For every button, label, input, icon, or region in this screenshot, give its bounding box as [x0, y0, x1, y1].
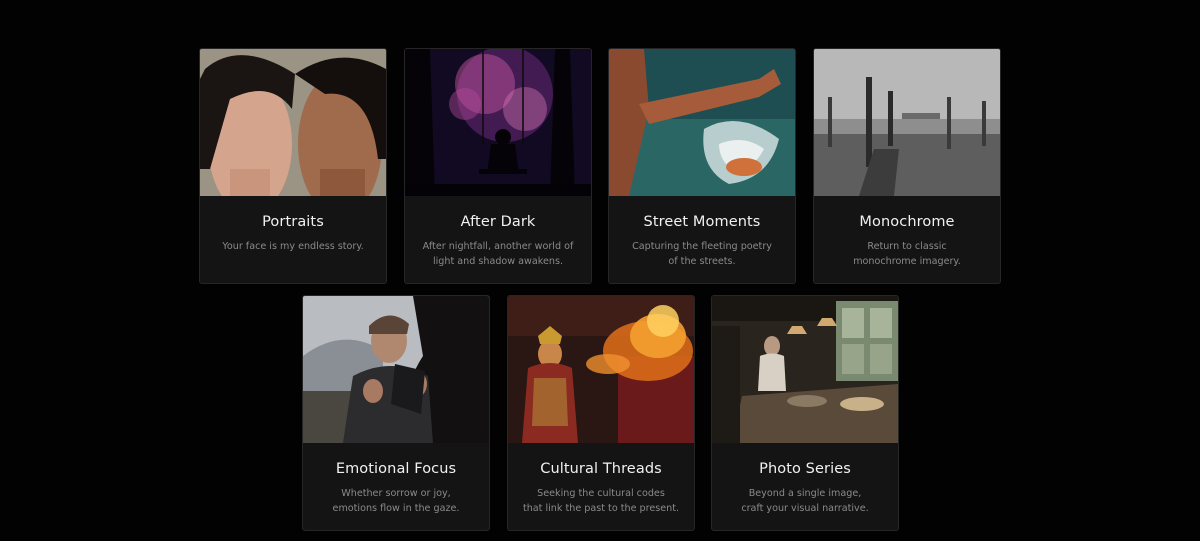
photo-series-image	[712, 296, 898, 443]
card-description-line: Return to classic	[867, 241, 947, 252]
category-card-monochrome[interactable]: Monochrome Return to classic monochrome …	[813, 48, 1001, 284]
portraits-thumbnail	[200, 49, 386, 196]
after-dark-thumbnail	[405, 49, 591, 196]
card-title: Monochrome	[859, 214, 955, 230]
card-description-line: light and shadow awakens.	[432, 256, 564, 267]
portraits-image	[200, 49, 386, 196]
after-dark-image	[405, 49, 591, 196]
card-description-line: craft your visual narrative.	[741, 503, 869, 514]
emotional-focus-thumbnail	[303, 296, 489, 443]
card-description: Whether sorrow or joy, emotions flow in …	[315, 486, 477, 516]
card-description-line: Beyond a single image,	[748, 488, 862, 499]
card-title: Street Moments	[643, 214, 761, 230]
category-gallery: Portraits Your face is my endless story.	[0, 0, 1200, 541]
card-description-line: After nightfall, another world of	[422, 241, 574, 252]
card-description-line: Seeking the cultural codes	[537, 488, 665, 499]
card-description: After nightfall, another world of light …	[417, 239, 579, 269]
monochrome-thumbnail	[814, 49, 1000, 196]
card-title: Portraits	[262, 214, 324, 230]
emotional-focus-image	[303, 296, 489, 443]
category-card-portraits[interactable]: Portraits Your face is my endless story.	[199, 48, 387, 284]
card-description-line: Your face is my endless story.	[222, 241, 364, 252]
cultural-threads-image	[508, 296, 694, 443]
street-moments-thumbnail	[609, 49, 795, 196]
card-description: Capturing the fleeting poetry of the str…	[621, 239, 783, 269]
card-description-line: monochrome imagery.	[853, 256, 961, 267]
category-card-street-moments[interactable]: Street Moments Capturing the fleeting po…	[608, 48, 796, 284]
card-description-line: Capturing the fleeting poetry	[632, 241, 772, 252]
card-description: Seeking the cultural codes that link the…	[520, 486, 682, 516]
category-card-after-dark[interactable]: After Dark After nightfall, another worl…	[404, 48, 592, 284]
photo-series-thumbnail	[712, 296, 898, 443]
street-moments-image	[609, 49, 795, 196]
cultural-threads-thumbnail	[508, 296, 694, 443]
monochrome-image	[814, 49, 1000, 196]
card-description-line: that link the past to the present.	[522, 503, 680, 514]
category-card-cultural-threads[interactable]: Cultural Threads Seeking the cultural co…	[507, 295, 695, 531]
card-description-line: of the streets.	[668, 256, 736, 267]
card-description: Beyond a single image, craft your visual…	[724, 486, 886, 516]
category-card-emotional-focus[interactable]: Emotional Focus Whether sorrow or joy, e…	[302, 295, 490, 531]
card-title: Cultural Threads	[540, 461, 662, 477]
card-description: Your face is my endless story.	[212, 239, 374, 254]
card-description: Return to classic monochrome imagery.	[826, 239, 988, 269]
card-title: After Dark	[460, 214, 536, 230]
card-title: Photo Series	[759, 461, 851, 477]
card-description-line: emotions flow in the gaze.	[332, 503, 460, 514]
card-description-line: Whether sorrow or joy,	[341, 488, 451, 499]
card-title: Emotional Focus	[335, 461, 457, 477]
category-card-photo-series[interactable]: Photo Series Beyond a single image, craf…	[711, 295, 899, 531]
